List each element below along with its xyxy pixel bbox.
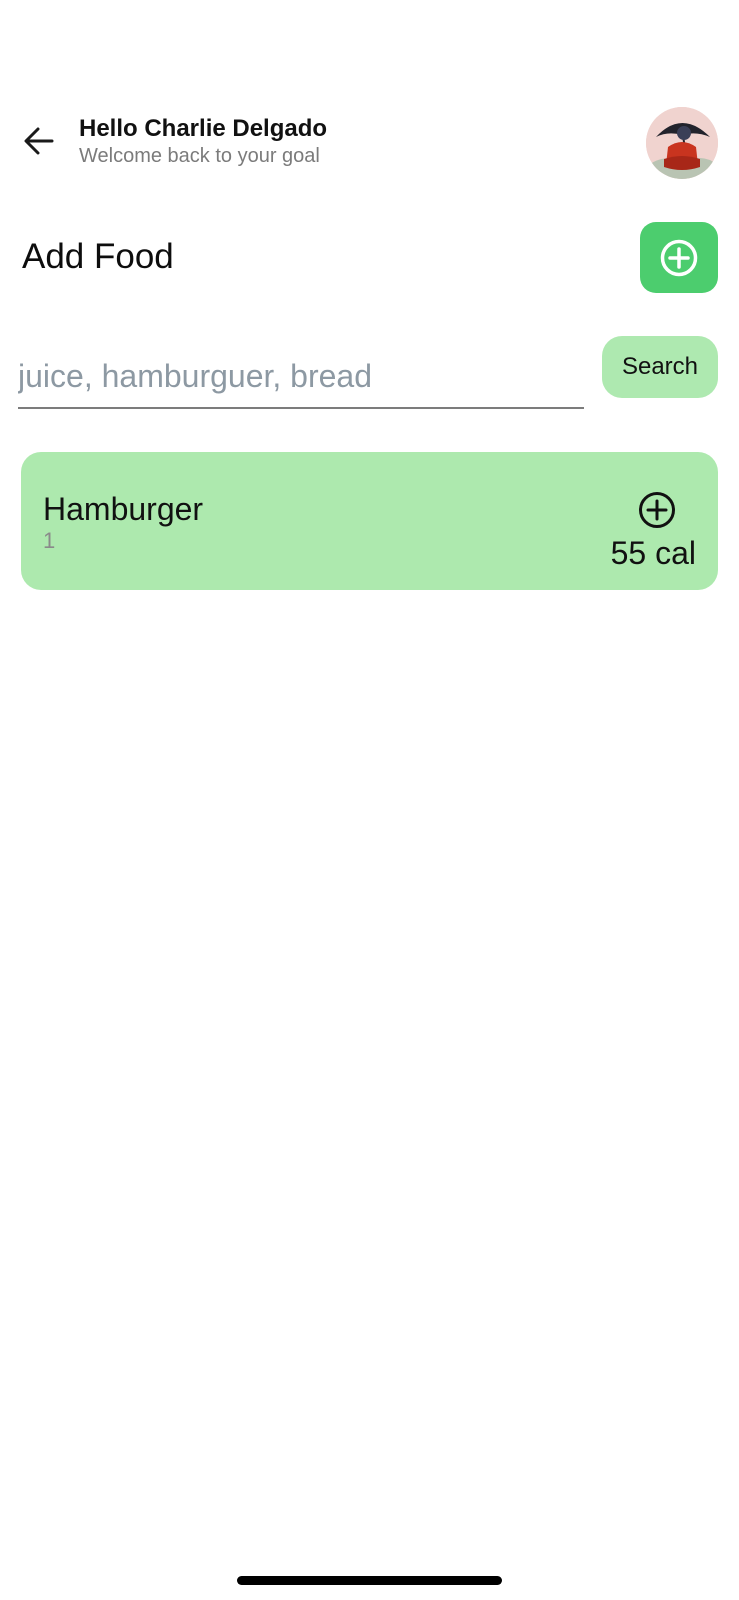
- greeting-subtitle: Welcome back to your goal: [79, 145, 320, 167]
- avatar[interactable]: [646, 107, 718, 179]
- greeting: Hello Charlie Delgado Welcome back to yo…: [79, 114, 539, 169]
- add-food-button[interactable]: [640, 222, 718, 293]
- search-button-label: Search: [621, 353, 699, 380]
- arrow-left-icon: [24, 127, 54, 155]
- plus-circle-icon: [639, 492, 675, 528]
- food-quantity: 1: [43, 528, 56, 553]
- search-input[interactable]: [18, 345, 584, 409]
- food-card[interactable]: Hamburger 1 55 cal: [21, 452, 718, 590]
- page-title: Add Food: [22, 237, 174, 276]
- food-calories: 55 cal: [610, 535, 696, 571]
- food-name: Hamburger: [43, 491, 204, 527]
- add-food-item-button[interactable]: [637, 490, 677, 530]
- search-button[interactable]: Search: [602, 336, 718, 398]
- plus-circle-icon: [660, 239, 698, 276]
- back-button[interactable]: [18, 120, 60, 162]
- greeting-title: Hello Charlie Delgado: [79, 115, 328, 142]
- header: Hello Charlie Delgado Welcome back to yo…: [0, 100, 739, 180]
- home-indicator[interactable]: [237, 1576, 502, 1585]
- user-avatar-image: [646, 107, 718, 179]
